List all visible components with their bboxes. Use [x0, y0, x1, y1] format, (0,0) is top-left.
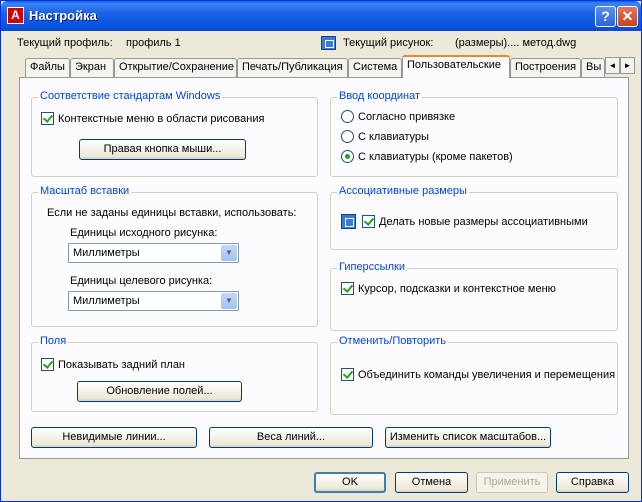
options-dialog: A Настройка ? ✕ Текущий профиль: профиль… — [0, 0, 642, 502]
current-profile-label: Текущий профиль: — [17, 37, 113, 49]
undo-redo-group: Отменить/Повторить Объединить команды ув… — [330, 335, 618, 415]
hidden-line-settings-button[interactable]: Невидимые линии... — [31, 427, 197, 448]
coord-osnap-label: Согласно привязке — [358, 110, 456, 123]
cancel-button[interactable]: Отмена — [395, 472, 468, 493]
tab-scroll: ◄ ► — [605, 57, 635, 74]
combine-zoom-pan-option[interactable]: Объединить команды увеличения и перемеще… — [341, 368, 615, 381]
associative-dimension-icon — [341, 214, 356, 229]
insert-scale-title: Масштаб вставки — [38, 185, 132, 197]
tab-drafting[interactable]: Построения — [510, 58, 581, 77]
tab-files[interactable]: Файлы — [25, 58, 70, 77]
coord-keyboard-except-scripts-radio[interactable] — [341, 150, 354, 163]
hyperlinks-group: Гиперссылки Курсор, подсказки и контекст… — [330, 261, 618, 331]
tab-scroll-right-icon[interactable]: ► — [620, 57, 635, 74]
current-profile-value: профиль 1 — [126, 37, 181, 49]
coord-keyboard-label: С клавиатуры — [358, 130, 429, 143]
lineweight-settings-button[interactable]: Веса линий... — [209, 427, 373, 448]
context-menu-option[interactable]: Контекстные меню в области рисования — [41, 112, 264, 125]
chevron-down-icon[interactable]: ▼ — [221, 293, 237, 309]
fields-group: Поля Показывать задний план Обновление п… — [31, 335, 318, 412]
tab-system[interactable]: Система — [348, 58, 402, 77]
tab-panel: Соответствие стандартам Windows Контекст… — [19, 77, 629, 459]
target-units-value: Миллиметры — [73, 295, 140, 307]
tab-selection[interactable]: Вы — [581, 58, 605, 77]
target-units-select[interactable]: Миллиметры ▼ — [68, 291, 239, 311]
windows-standard-title: Соответствие стандартам Windows — [38, 90, 223, 102]
hyperlink-cursor-checkbox[interactable] — [341, 282, 354, 295]
tab-plot-publish[interactable]: Печать/Публикация — [237, 58, 348, 77]
current-drawing-label: Текущий рисунок: — [343, 37, 434, 49]
insert-scale-group: Масштаб вставки Если не заданы единицы в… — [31, 185, 318, 327]
context-menu-checkbox[interactable] — [41, 112, 54, 125]
coord-osnap-radio[interactable] — [341, 110, 354, 123]
help-title-button[interactable]: ? — [595, 6, 616, 27]
combine-zoom-pan-checkbox[interactable] — [341, 368, 354, 381]
insert-scale-description: Если не заданы единицы вставки, использо… — [47, 207, 297, 219]
tab-user-preferences[interactable]: Пользовательские — [402, 55, 510, 78]
ok-button[interactable]: OK — [314, 472, 386, 493]
fields-title: Поля — [38, 335, 69, 347]
apply-button[interactable]: Применить — [476, 472, 548, 493]
field-update-settings-button[interactable]: Обновление полей... — [77, 381, 242, 402]
help-button[interactable]: Справка — [556, 472, 629, 493]
close-button[interactable]: ✕ — [617, 6, 638, 27]
title-bar[interactable]: A Настройка ? ✕ — [1, 1, 641, 31]
source-units-select[interactable]: Миллиметры ▼ — [68, 243, 239, 263]
coordinate-input-title: Ввод координат — [337, 90, 422, 102]
tab-display[interactable]: Экран — [70, 58, 114, 77]
edit-scale-list-button[interactable]: Изменить список масштабов... — [385, 427, 551, 448]
hyperlink-cursor-label: Курсор, подсказки и контекстное меню — [358, 282, 556, 295]
show-background-option[interactable]: Показывать задний план — [41, 358, 185, 371]
coordinate-input-group: Ввод координат Согласно привязке С клави… — [330, 90, 618, 177]
combine-zoom-pan-label: Объединить команды увеличения и перемеще… — [358, 368, 616, 381]
current-drawing-value: (размеры).... метод.dwg — [455, 37, 577, 49]
undo-redo-title: Отменить/Повторить — [337, 335, 449, 347]
tab-open-save[interactable]: Открытие/Сохранение — [114, 58, 237, 77]
window-title: Настройка — [29, 8, 97, 23]
context-menu-label: Контекстные меню в области рисования — [58, 112, 265, 125]
make-associative-checkbox[interactable] — [362, 215, 375, 228]
coord-keyboard-except-scripts-label: С клавиатуры (кроме пакетов) — [358, 150, 513, 163]
associative-dimensions-title: Ассоциативные размеры — [337, 185, 469, 197]
coord-keyboard-radio[interactable] — [341, 130, 354, 143]
show-background-label: Показывать задний план — [58, 358, 186, 371]
source-units-label: Единицы исходного рисунка: — [70, 227, 218, 239]
coord-option-osnap[interactable]: Согласно привязке — [341, 110, 455, 123]
drawing-icon — [321, 36, 336, 50]
source-units-value: Миллиметры — [73, 247, 140, 259]
make-associative-option[interactable]: Делать новые размеры ассоциативными — [341, 214, 588, 229]
chevron-down-icon[interactable]: ▼ — [221, 245, 237, 261]
show-background-checkbox[interactable] — [41, 358, 54, 371]
autocad-icon: A — [7, 7, 24, 24]
coord-option-keyboard[interactable]: С клавиатуры — [341, 130, 429, 143]
hyperlinks-title: Гиперссылки — [337, 261, 407, 273]
associative-dimensions-group: Ассоциативные размеры Делать новые разме… — [330, 185, 618, 250]
hyperlink-cursor-option[interactable]: Курсор, подсказки и контекстное меню — [341, 282, 556, 295]
coord-option-keyboard-except-scripts[interactable]: С клавиатуры (кроме пакетов) — [341, 150, 513, 163]
tab-scroll-left-icon[interactable]: ◄ — [605, 57, 620, 74]
windows-standard-group: Соответствие стандартам Windows Контекст… — [31, 90, 318, 177]
right-click-customization-button[interactable]: Правая кнопка мыши... — [79, 139, 246, 160]
make-associative-label: Делать новые размеры ассоциативными — [379, 215, 588, 228]
target-units-label: Единицы целевого рисунка: — [70, 275, 213, 287]
